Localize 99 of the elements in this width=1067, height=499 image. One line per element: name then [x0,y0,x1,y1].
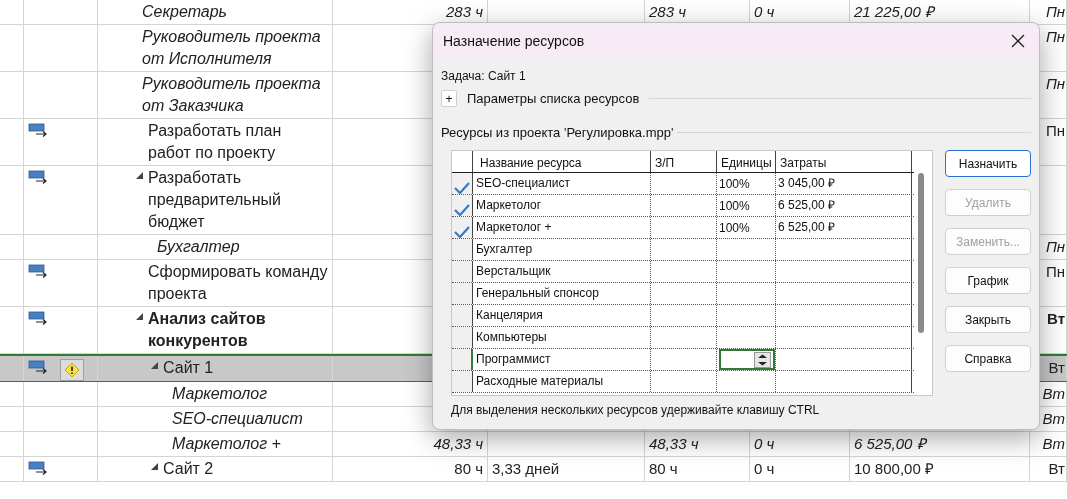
check-icon [454,226,470,238]
task-name: SEO-специалист [172,409,303,429]
task-label: Задача: Сайт 1 [441,68,527,85]
table-cell-text: Пн [1045,121,1065,141]
task-name: Маркетолог + [172,434,281,454]
close-icon[interactable] [1011,34,1025,48]
table-cell-text: Вт [1042,409,1065,429]
collapse-triangle-icon[interactable] [136,172,143,179]
column-header[interactable]: Затраты [776,151,912,172]
row-header[interactable] [452,195,473,216]
table-cell-text: Вт [1042,434,1065,454]
row-header[interactable] [452,261,473,282]
scrollbar[interactable] [918,173,924,333]
task-row[interactable]: Сайт 2 80 ч 3,33 дней 80 ч 0 ч 10 800,00 ₽ Вт [0,457,1067,482]
task-arrow-icon [28,263,48,279]
task-name: Анализ сайтов конкурентов [148,309,267,351]
task-name: Сформировать команду проекта [148,262,328,304]
table-cell-text: 283 ч [649,2,686,22]
task-arrow-icon [28,310,48,326]
resource-name[interactable]: Программист [476,352,551,366]
task-name: Разработать план работ по проекту [148,121,283,163]
table-cell-text: 48,33 ч [649,434,699,454]
table-cell-text: Вт [1047,309,1065,329]
dialog-button[interactable]: Закрыть [945,306,1031,333]
section-label: Ресурсы из проекта 'Регулировка.mpp' [441,123,674,142]
resource-name[interactable]: Генеральный спонсор [476,286,599,300]
row-header[interactable] [452,217,473,238]
row-header[interactable] [452,283,473,304]
task-name: Секретарь [142,2,227,22]
table-cell-text: 100% [719,175,750,193]
task-name: Сайт 1 [163,358,214,378]
resource-name[interactable]: Бухгалтер [476,242,533,256]
table-cell-text: 10 800,00 ₽ [854,459,934,479]
row-header[interactable] [452,371,473,392]
row-header[interactable] [452,349,473,370]
table-cell-text: 100% [719,197,750,215]
task-name: Маркетолог [172,384,268,404]
task-name: Сайт 2 [163,459,214,479]
table-cell-text: 3,33 дней [492,459,560,479]
task-arrow-icon [28,122,48,138]
table-cell-text: Вт [1048,358,1065,378]
table-cell: 6 525,00 ₽ [778,220,836,234]
table-cell-text: 0 ч [754,434,775,454]
row-header[interactable] [452,239,473,260]
task-name: Руководитель проекта от Заказчика [142,74,322,116]
table-cell-text: 0 ч [754,459,775,479]
task-name: Руководитель проекта от Исполнителя [142,27,322,69]
table-cell-text: 48,33 ч [433,434,483,454]
collapse-triangle-icon[interactable] [151,362,158,369]
collapse-triangle-icon[interactable] [136,313,143,320]
resource-name[interactable]: Расходные материалы [476,374,604,388]
table-cell-text: Пн [1045,27,1065,47]
task-row[interactable]: Секретарь 283 ч 283 ч 0 ч 21 225,00 ₽ Пн [0,0,1067,25]
table-cell-text: 80 ч [454,459,483,479]
table-cell-text: 6 525,00 ₽ [854,434,926,454]
table-cell: 6 525,00 ₽ [778,198,836,212]
resource-name[interactable]: Маркетолог + [476,220,552,234]
table-cell-text: 0 ч [754,2,775,22]
column-header[interactable]: Единицы [717,151,776,172]
task-arrow-icon [28,169,48,185]
table-cell-text: Пн [1045,74,1065,94]
table-cell-text: 100% [719,219,750,237]
expand-button[interactable]: + [441,90,457,108]
resource-name[interactable]: Канцелярия [476,308,543,322]
dialog-button[interactable]: Назначить [945,150,1031,177]
task-arrow-icon [28,359,48,375]
check-icon [454,204,470,216]
resource-name[interactable]: Верстальщик [476,264,551,278]
table-cell-text: Вт [1048,459,1065,479]
column-header[interactable]: З/П [651,151,717,172]
row-header[interactable] [452,173,473,194]
table-cell-text: 21 225,00 ₽ [854,2,934,22]
row-header[interactable] [452,327,473,348]
check-icon [454,182,470,194]
table-cell-text: Пн [1045,2,1065,22]
task-arrow-icon [28,460,48,476]
task-name: Бухгалтер [157,237,240,257]
hint-text: Для выделения нескольких ресурсов удерживайте клавишу CTRL [450,402,821,419]
task-row[interactable]: Маркетолог + 48,33 ч 48,33 ч 0 ч 6 525,00 ₽ Вт [0,432,1067,457]
resource-name[interactable]: Маркетолог [476,198,542,212]
column-header[interactable]: Название ресурса [473,151,651,172]
spin-arrows-icon[interactable] [754,351,771,368]
section-label[interactable]: Параметры списка ресурсов [467,89,640,109]
table-cell-text: 80 ч [649,459,678,479]
units-spin-field[interactable] [719,349,775,370]
table-cell-text: 283 ч [446,2,483,22]
table-cell-text: Вт [1042,384,1065,404]
table-cell-text: Пн [1045,262,1065,282]
dialog-button[interactable]: Справка [945,345,1031,372]
window-title: Назначение ресурсов [443,31,585,51]
resource-name[interactable]: SEO-специалист [476,176,570,190]
table-cell-text: Пн [1045,237,1065,257]
task-name: Разработать предварительный бюджет [148,168,282,232]
table-cell: 3 045,00 ₽ [778,176,836,190]
dialog-button[interactable]: График [945,267,1031,294]
warning-icon[interactable] [60,359,84,381]
collapse-triangle-icon[interactable] [151,463,158,470]
row-header[interactable] [452,305,473,326]
resource-name[interactable]: Компьютеры [476,330,547,344]
